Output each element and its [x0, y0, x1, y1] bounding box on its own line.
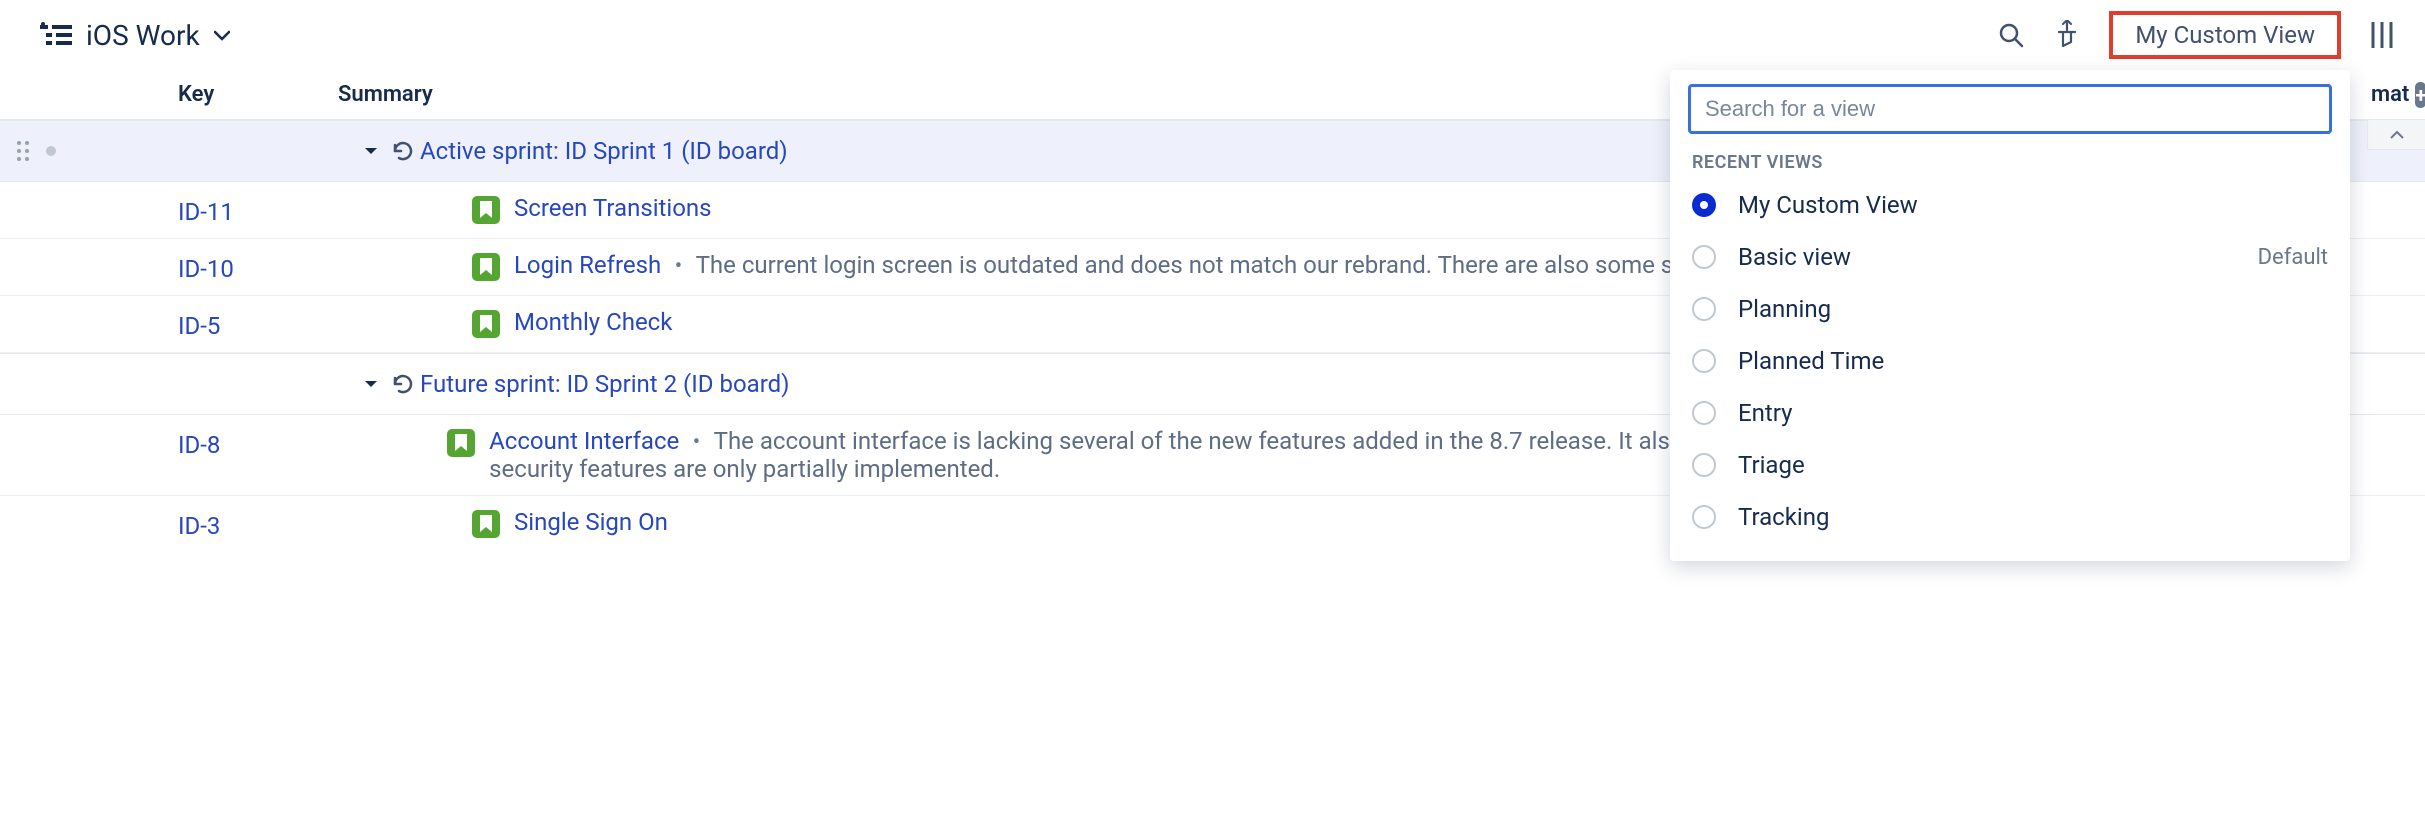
dropdown-item-label: Triage: [1738, 451, 2328, 479]
chevron-down-icon[interactable]: [356, 146, 386, 156]
row-marker-icon: [36, 145, 66, 157]
story-type-icon: [472, 253, 500, 281]
dropdown-item[interactable]: Planned Time: [1670, 335, 2350, 387]
separator: •: [667, 254, 690, 279]
chevron-down-icon: [214, 23, 230, 48]
right-edge: mat +: [2367, 70, 2425, 552]
board-title: iOS Work: [86, 19, 200, 52]
view-search-input[interactable]: [1688, 84, 2332, 134]
search-icon[interactable]: [1997, 21, 2025, 49]
sprint-refresh-icon[interactable]: [386, 139, 420, 163]
sprint-refresh-icon[interactable]: [386, 372, 420, 396]
story-type-icon: [472, 510, 500, 538]
column-key[interactable]: Key: [178, 82, 338, 107]
toolbar: iOS Work My Custom View: [0, 0, 2425, 70]
drag-handle-icon[interactable]: [10, 140, 36, 162]
radio-icon: [1692, 193, 1716, 217]
issue-key[interactable]: ID-10: [178, 251, 338, 283]
story-type-icon: [472, 310, 500, 338]
issue-title[interactable]: Single Sign On: [514, 508, 668, 536]
custom-view-label: My Custom View: [2135, 21, 2315, 49]
radio-icon: [1692, 297, 1716, 321]
radio-icon: [1692, 453, 1716, 477]
dropdown-item-label: Basic view: [1738, 243, 2258, 271]
filter-icon[interactable]: [2053, 20, 2081, 50]
column-estimate: mat +: [2367, 70, 2425, 120]
columns-icon[interactable]: [2369, 20, 2395, 50]
add-column-button[interactable]: +: [2415, 82, 2425, 108]
radio-icon: [1692, 505, 1716, 529]
default-badge: Default: [2258, 245, 2328, 270]
dropdown-item[interactable]: Entry: [1670, 387, 2350, 439]
dropdown-item-label: Planning: [1738, 295, 2328, 323]
board-switcher[interactable]: iOS Work: [40, 19, 230, 52]
sprint-group-title[interactable]: Future sprint: ID Sprint 2 (ID board): [420, 370, 790, 398]
radio-icon: [1692, 401, 1716, 425]
dropdown-section-title: RECENT VIEWS: [1670, 148, 2350, 179]
issue-title[interactable]: Monthly Check: [514, 308, 672, 336]
issue-title[interactable]: Account Interface: [489, 427, 679, 455]
view-search-wrap: [1688, 84, 2332, 134]
separator: •: [685, 430, 708, 455]
dropdown-item-label: Planned Time: [1738, 347, 2328, 375]
dropdown-item-label: My Custom View: [1738, 191, 2328, 219]
issue-title[interactable]: Login Refresh: [514, 251, 661, 279]
issue-key[interactable]: ID-11: [178, 194, 338, 226]
scroll-up-button[interactable]: [2367, 120, 2425, 150]
issue-key[interactable]: ID-3: [178, 508, 338, 540]
issue-key[interactable]: ID-5: [178, 308, 338, 340]
radio-icon: [1692, 349, 1716, 373]
dropdown-item[interactable]: Basic view Default: [1670, 231, 2350, 283]
story-type-icon: [472, 196, 500, 224]
dropdown-item[interactable]: Tracking: [1670, 491, 2350, 543]
issue-key[interactable]: ID-8: [178, 427, 338, 459]
chevron-down-icon[interactable]: [356, 379, 386, 389]
estimate-col-text: mat: [2371, 82, 2409, 107]
issue-title[interactable]: Screen Transitions: [514, 194, 712, 222]
structure-icon: [40, 22, 72, 48]
story-type-icon: [447, 429, 475, 457]
radio-icon: [1692, 245, 1716, 269]
dropdown-item-label: Tracking: [1738, 503, 2328, 531]
dropdown-item-label: Entry: [1738, 399, 2328, 427]
dropdown-item[interactable]: Planning: [1670, 283, 2350, 335]
dropdown-item[interactable]: My Custom View: [1670, 179, 2350, 231]
custom-view-button[interactable]: My Custom View: [2109, 11, 2341, 59]
sprint-group-title[interactable]: Active sprint: ID Sprint 1 (ID board): [420, 137, 788, 165]
view-dropdown: RECENT VIEWS My Custom View Basic view D…: [1670, 70, 2350, 561]
dropdown-item[interactable]: Triage: [1670, 439, 2350, 491]
